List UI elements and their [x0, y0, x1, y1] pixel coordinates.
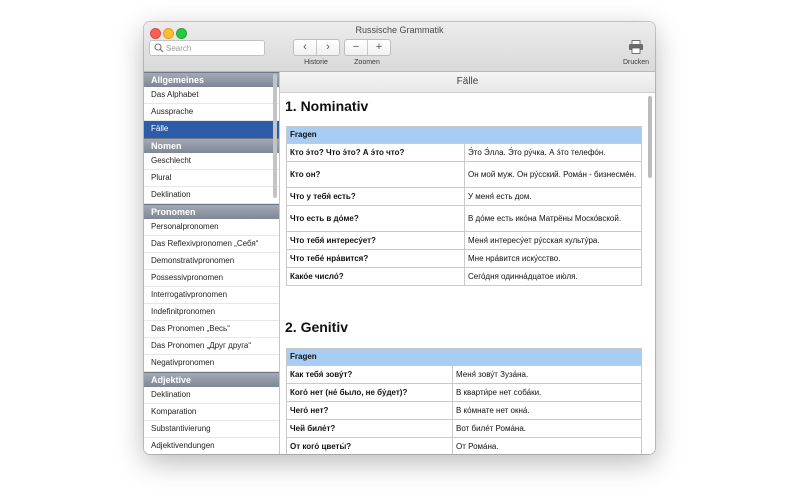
sidebar-item[interactable]: Deklination — [144, 187, 279, 204]
sidebar-section-header: Adjektive — [144, 372, 279, 387]
answer-cell: Меня́ зову́т Зуза́на. — [452, 365, 642, 384]
table-header: Fragen — [286, 348, 642, 366]
section-title-nominativ: 1. Nominativ — [285, 98, 369, 114]
table-row: Чей биле́т? Вот биле́т Рома́на. — [286, 419, 642, 438]
sidebar-item[interactable]: Das Pronomen „Весь“ — [144, 321, 279, 338]
table-row: Что тебя́ интересу́ет? Меня́ интересу́ет … — [286, 231, 642, 250]
sidebar-item[interactable]: Geschlecht — [144, 153, 279, 170]
answer-cell: У меня́ есть дом. — [464, 187, 642, 206]
nominativ-table: Fragen Кто э́то? Что э́то? А э́то что? Э́т… — [286, 126, 642, 286]
sidebar-list: Allgemeines Das Alphabet Aussprache Fälle No… — [144, 72, 279, 454]
question-cell: Что есть в до́ме? — [286, 205, 465, 232]
sidebar-item[interactable]: Aussprache — [144, 104, 279, 121]
content-title: Fälle — [280, 72, 655, 93]
answer-cell: В до́ме есть ико́на Матрёны Моско́вской. — [464, 205, 642, 232]
genitiv-table: Fragen Как тебя́ зову́т? Меня́ зову́т Зуза… — [286, 348, 642, 454]
answer-cell: В кварти́ре нет соба́ки. — [452, 383, 642, 402]
section-title-genitiv: 2. Genitiv — [285, 319, 349, 335]
zoom-out-button[interactable]: − — [345, 40, 367, 55]
answer-cell: Он мой муж. Он ру́сский. Рома́н - бизнес… — [464, 161, 642, 188]
zoom-in-button[interactable]: + — [367, 40, 390, 55]
sidebar-item[interactable]: Das Alphabet — [144, 87, 279, 104]
question-cell: От кого́ цветы́? — [286, 437, 453, 454]
question-cell: Чей биле́т? — [286, 419, 453, 438]
sidebar-section-header: Nomen — [144, 138, 279, 153]
sidebar-item[interactable]: Negativpronomen — [144, 355, 279, 372]
sidebar-section-header: Pronomen — [144, 204, 279, 219]
answer-cell: Мне нра́вится иску́сство. — [464, 249, 642, 268]
sidebar-item[interactable]: Adjektivendungen — [144, 438, 279, 454]
question-cell: Что тебя́ интересу́ет? — [286, 231, 465, 250]
zoom-control: − + — [344, 39, 391, 56]
zoom-label: Zoomen — [354, 59, 380, 66]
question-cell: Что у тебя́ есть? — [286, 187, 465, 206]
table-row: Что тебе́ нра́вится? Мне нра́вится иску́с… — [286, 249, 642, 268]
answer-cell: Э́то Э́лла. Э́то ру́чка. А э́то телефо́н… — [464, 143, 642, 162]
table-row: Как тебя́ зову́т? Меня́ зову́т Зуза́на. — [286, 365, 642, 384]
table-row: Како́е число́? Сего́дня одинна́дцатое ию́… — [286, 267, 642, 286]
sidebar-item[interactable]: Personalpronomen — [144, 219, 279, 236]
answer-cell: В ко́мнате нет окна́. — [452, 401, 642, 420]
history-label: Historie — [304, 59, 328, 66]
sidebar-item[interactable]: Das Pronomen „Друг друга“ — [144, 338, 279, 355]
sidebar-item[interactable]: Fälle — [144, 121, 279, 138]
table-row: От кого́ цветы́? От Рома́на. — [286, 437, 642, 454]
answer-cell: Меня́ интересу́ет ру́сская культу́ра. — [464, 231, 642, 250]
answer-cell: От Рома́на. — [452, 437, 642, 454]
table-row: Кто э́то? Что э́то? А э́то что? Э́то Э́лл… — [286, 143, 642, 162]
sidebar-scrollbar[interactable] — [273, 74, 277, 198]
sidebar-item[interactable]: Das Reflexivpronomen „Себя“ — [144, 236, 279, 253]
table-row: Чего́ нет? В ко́мнате нет окна́. — [286, 401, 642, 420]
history-back-button[interactable]: ‹ — [294, 40, 316, 55]
content-pane: Fälle 1. Nominativ Fragen Кто э́то? Что э… — [280, 72, 655, 454]
sidebar-item[interactable]: Interrogativpronomen — [144, 287, 279, 304]
question-cell: Како́е число́? — [286, 267, 465, 286]
print-label: Drucken — [622, 59, 650, 66]
search-input[interactable] — [166, 41, 260, 55]
printer-icon[interactable] — [628, 40, 644, 54]
table-header: Fragen — [286, 126, 642, 144]
sidebar-item[interactable]: Indefinitpronomen — [144, 304, 279, 321]
table-row: Что у тебя́ есть? У меня́ есть дом. — [286, 187, 642, 206]
history-forward-button[interactable]: › — [316, 40, 339, 55]
history-control: ‹ › — [293, 39, 340, 56]
sidebar-section-header: Allgemeines — [144, 72, 279, 87]
sidebar-item[interactable]: Substantivierung — [144, 421, 279, 438]
question-cell: Что тебе́ нра́вится? — [286, 249, 465, 268]
question-cell: Кто он? — [286, 161, 465, 188]
question-cell: Кого́ нет (не́ было, не бу́дет)? — [286, 383, 453, 402]
sidebar-item[interactable]: Demonstrativpronomen — [144, 253, 279, 270]
app-window: Russische Grammatik ‹ › Historie − + Zoo… — [144, 22, 655, 454]
sidebar-item[interactable]: Plural — [144, 170, 279, 187]
question-cell: Как тебя́ зову́т? — [286, 365, 453, 384]
answer-cell: Вот биле́т Рома́на. — [452, 419, 642, 438]
question-cell: Чего́ нет? — [286, 401, 453, 420]
search-icon — [154, 43, 164, 53]
sidebar-item[interactable]: Deklination — [144, 387, 279, 404]
answer-cell: Сего́дня одинна́дцатое ию́ля. — [464, 267, 642, 286]
content-scrollbar[interactable] — [648, 96, 652, 178]
sidebar-item[interactable]: Possessivpronomen — [144, 270, 279, 287]
titlebar: Russische Grammatik ‹ › Historie − + Zoo… — [144, 22, 655, 72]
table-row: Кто он? Он мой муж. Он ру́сский. Рома́н -… — [286, 161, 642, 188]
question-cell: Кто э́то? Что э́то? А э́то что? — [286, 143, 465, 162]
sidebar-item[interactable]: Komparation — [144, 404, 279, 421]
window-title: Russische Grammatik — [355, 25, 444, 35]
table-row: Что есть в до́ме? В до́ме есть ико́на Мат… — [286, 205, 642, 232]
sidebar: Allgemeines Das Alphabet Aussprache Fälle No… — [144, 72, 280, 454]
table-row: Кого́ нет (не́ было, не бу́дет)? В кварти… — [286, 383, 642, 402]
search-field[interactable] — [149, 40, 265, 56]
